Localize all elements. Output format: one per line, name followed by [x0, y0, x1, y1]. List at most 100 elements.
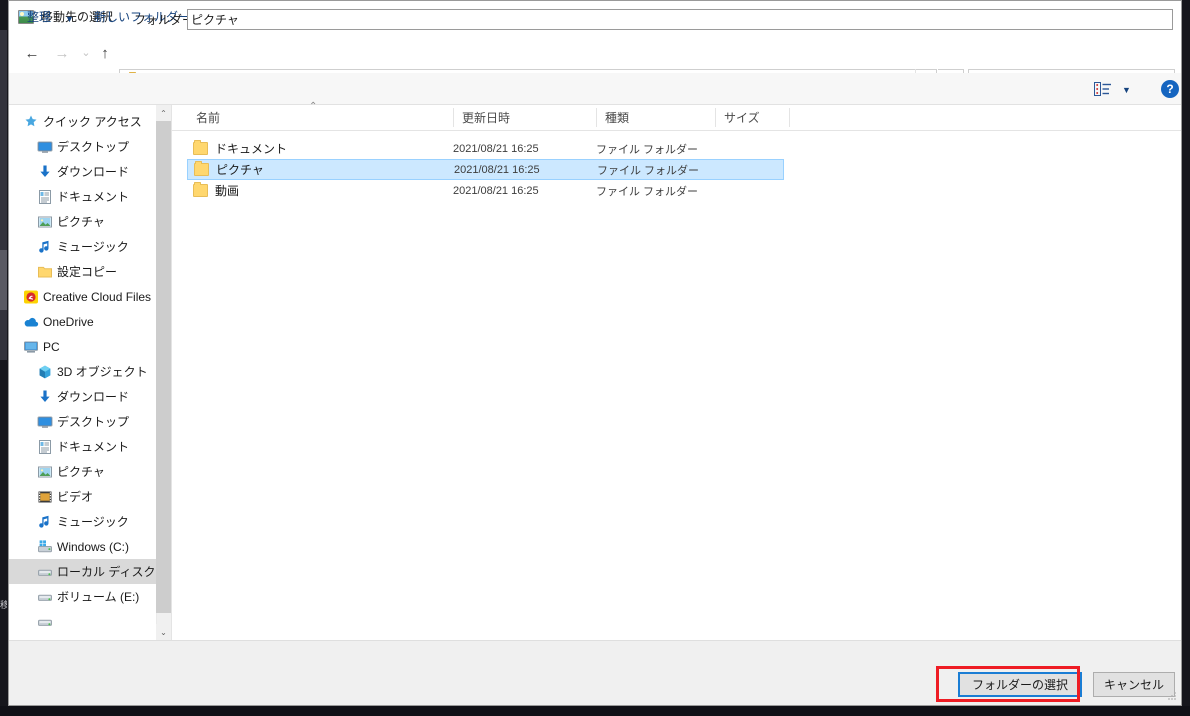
- 3d-object-icon: [37, 364, 53, 380]
- view-mode-icon[interactable]: [1094, 82, 1111, 96]
- picture-icon: [37, 214, 53, 230]
- sidebar-item[interactable]: デスクトップ: [9, 409, 172, 434]
- sidebar-item-label: ドキュメント: [57, 190, 130, 204]
- sidebar-scrollbar-thumb[interactable]: [156, 121, 171, 613]
- sidebar-item[interactable]: ダウンロード: [9, 159, 172, 184]
- desktop-icon: [37, 139, 53, 155]
- picture-icon: [37, 464, 53, 480]
- chevron-down-icon[interactable]: ▼: [1122, 85, 1131, 95]
- sidebar-item[interactable]: ピクチャ: [9, 459, 172, 484]
- up-icon[interactable]: ↑: [94, 42, 116, 64]
- sidebar-item[interactable]: ローカル ディスク (D:): [9, 559, 172, 584]
- column-header-row: 名前 更新日時 種類 サイズ: [172, 105, 1181, 131]
- organize-button[interactable]: 整理: [27, 9, 51, 25]
- file-name: ドキュメント: [215, 142, 288, 156]
- column-divider[interactable]: [789, 108, 790, 127]
- navigation-pane: クイック アクセス デスクトップ ダウンロード ドキュメント ピクチャ ミュージック 設定コ…: [9, 105, 172, 640]
- file-date: 2021/08/21 16:25: [453, 142, 539, 155]
- table-row[interactable]: 動画 2021/08/21 16:25 ファイル フォルダー: [187, 180, 784, 201]
- chevron-down-icon[interactable]: ▼: [65, 11, 74, 27]
- sidebar-item[interactable]: PC: [9, 334, 172, 359]
- sidebar-item-label: ボリューム (E:): [57, 590, 140, 604]
- column-divider[interactable]: [596, 108, 597, 127]
- sidebar-item-label: ダウンロード: [57, 390, 130, 404]
- sidebar-item-label: クイック アクセス: [43, 115, 142, 129]
- folder-icon: [193, 140, 208, 155]
- resize-grip-icon[interactable]: [1167, 691, 1177, 701]
- drive-windows-icon: [37, 539, 53, 555]
- sidebar-item[interactable]: ビデオ: [9, 484, 172, 509]
- select-folder-button[interactable]: フォルダーの選択: [958, 672, 1082, 697]
- sidebar-item[interactable]: ダウンロード: [9, 384, 172, 409]
- pc-icon: [23, 339, 39, 355]
- forward-icon[interactable]: →: [51, 42, 73, 64]
- column-header[interactable]: 更新日時: [462, 110, 510, 126]
- sidebar-item[interactable]: ピクチャ: [9, 209, 172, 234]
- sidebar-item-label: 設定コピー: [57, 265, 118, 279]
- column-header[interactable]: 種類: [605, 110, 629, 126]
- navigation-bar: ← → ⌄ ↑ › PC › ローカル ディスク (D:) ⌄ ↻: [9, 33, 1181, 93]
- onedrive-icon: [23, 314, 39, 330]
- screenshot-root: 移 移動先の選択 ✕ ← → ⌄ ↑ › PC › ローカル ディスク (D:)…: [0, 0, 1190, 716]
- sidebar-item[interactable]: Windows (C:): [9, 534, 172, 559]
- table-row[interactable]: ピクチャ 2021/08/21 16:25 ファイル フォルダー: [187, 159, 784, 180]
- file-date: 2021/08/21 16:25: [454, 163, 540, 176]
- drive-icon: [37, 564, 53, 580]
- sidebar-item-label: Windows (C:): [57, 539, 130, 554]
- sidebar-item-label: ドキュメント: [57, 440, 130, 454]
- sidebar-item[interactable]: ボリューム (E:): [9, 584, 172, 609]
- table-row[interactable]: ドキュメント 2021/08/21 16:25 ファイル フォルダー: [187, 138, 784, 159]
- sidebar-item[interactable]: ミュージック: [9, 509, 172, 534]
- sidebar-item[interactable]: OneDrive: [9, 309, 172, 334]
- sidebar-item-label: ピクチャ: [57, 465, 105, 479]
- folder-picker-dialog: 移動先の選択 ✕ ← → ⌄ ↑ › PC › ローカル ディスク (D:) ⌄…: [8, 0, 1182, 706]
- sidebar-item[interactable]: 3D オブジェクト: [9, 359, 172, 384]
- sidebar-item-label: OneDrive: [43, 314, 94, 329]
- help-button[interactable]: ?: [1161, 80, 1179, 98]
- background-window-edge-highlight: [0, 250, 7, 310]
- download-icon: [37, 164, 53, 180]
- sidebar-item-partial[interactable]: [9, 609, 172, 634]
- sidebar-item-label: ビデオ: [57, 490, 94, 504]
- sort-ascending-icon: ⌃: [309, 101, 318, 112]
- column-header[interactable]: サイズ: [724, 110, 760, 126]
- sidebar-item-label: PC: [43, 339, 60, 354]
- sidebar-item-label: Creative Cloud Files: [43, 289, 152, 304]
- sidebar-item[interactable]: Creative Cloud Files: [9, 284, 172, 309]
- sidebar-item-label: ダウンロード: [57, 165, 130, 179]
- scroll-up-icon[interactable]: ⌃: [156, 105, 171, 121]
- command-toolbar: [9, 73, 1181, 105]
- sidebar-item[interactable]: ミュージック: [9, 234, 172, 259]
- desktop-background-bottom: [0, 706, 1190, 716]
- file-date: 2021/08/21 16:25: [453, 184, 539, 197]
- sidebar-item[interactable]: ドキュメント: [9, 434, 172, 459]
- column-divider[interactable]: [715, 108, 716, 127]
- sidebar-item-label: デスクトップ: [57, 415, 130, 429]
- folder-icon: [37, 264, 53, 280]
- folder-name-input[interactable]: ピクチャ: [187, 9, 1173, 30]
- sidebar-item[interactable]: 設定コピー: [9, 259, 172, 284]
- file-name: ピクチャ: [216, 163, 264, 177]
- sidebar-item-label: ミュージック: [57, 240, 129, 254]
- sidebar-item[interactable]: デスクトップ: [9, 134, 172, 159]
- cancel-button[interactable]: キャンセル: [1093, 672, 1175, 697]
- scroll-down-icon[interactable]: ⌄: [156, 624, 171, 640]
- background-window-text: 移: [0, 600, 7, 610]
- folder-icon: [193, 182, 208, 197]
- sidebar-item[interactable]: クイック アクセス: [9, 109, 172, 134]
- creative-cloud-icon: [23, 289, 39, 305]
- download-icon: [37, 389, 53, 405]
- music-icon: [37, 514, 53, 530]
- file-name: 動画: [215, 184, 240, 198]
- back-icon[interactable]: ←: [21, 42, 43, 64]
- folder-icon: [194, 161, 209, 176]
- sidebar-item-label: ミュージック: [57, 515, 129, 529]
- sidebar-item-label: 3D オブジェクト: [57, 365, 148, 379]
- sidebar-item-label: デスクトップ: [57, 140, 130, 154]
- column-header[interactable]: 名前: [196, 110, 220, 126]
- background-window-edge: [0, 30, 7, 360]
- sidebar-item-label: ピクチャ: [57, 215, 105, 229]
- file-type: ファイル フォルダー: [596, 185, 699, 198]
- sidebar-item[interactable]: ドキュメント: [9, 184, 172, 209]
- column-divider[interactable]: [453, 108, 454, 127]
